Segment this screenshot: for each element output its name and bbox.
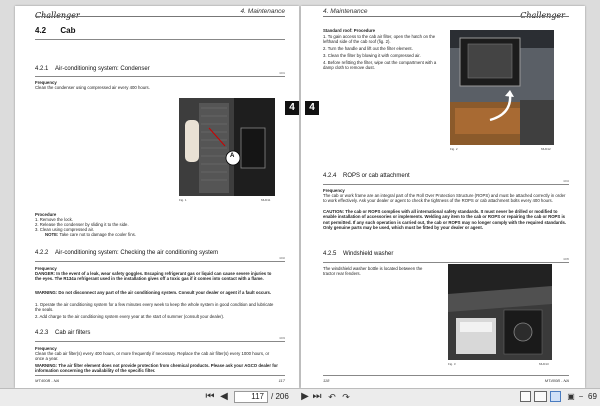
page-footer: MT400B - NA 117 xyxy=(35,375,285,383)
chapter-tab: 4 xyxy=(305,101,319,115)
page-count: / 206 xyxy=(271,392,289,401)
section-code: 1001 xyxy=(279,72,285,75)
frequency-text: Clean the condenser using compressed air… xyxy=(35,85,150,90)
warning-label: WARNING: xyxy=(35,290,58,295)
danger-note: DANGER: In the event of a leak, wear saf… xyxy=(35,271,279,282)
caution-label: CAUTION: xyxy=(323,209,345,214)
cab-roof-photo xyxy=(450,30,554,145)
procedure-label: Standard roof: Procedure xyxy=(323,28,376,33)
continuous-view-icon[interactable] xyxy=(550,391,561,402)
procedure-step: 2. Turn the handle and lift out the filt… xyxy=(323,46,413,51)
divider xyxy=(35,341,285,342)
next-page-icon[interactable]: ▶ xyxy=(300,391,310,403)
previous-page-icon[interactable]: ◀ xyxy=(219,391,229,403)
last-page-icon[interactable]: ⏭ xyxy=(312,391,322,403)
document-viewport[interactable]: Challenger 4. Maintenance 4.2 Cab 4.2.1 A… xyxy=(0,0,600,388)
note-label: NOTE: xyxy=(45,232,59,237)
warning-label: WARNING: xyxy=(35,363,58,368)
procedure-step: 4. Before refitting the filter, wipe out… xyxy=(323,60,437,71)
heading-number: 4.2 xyxy=(35,26,47,35)
two-page-view-icon[interactable] xyxy=(534,391,547,402)
forward-icon[interactable]: ↷ xyxy=(340,391,352,403)
heading-4-2-5: 4.2.5 Windshield washer xyxy=(323,251,393,257)
warning-note: WARNING: The air filter element does not… xyxy=(35,363,279,374)
heading-4-2-2: 4.2.2 Air-conditioning system: Checking t… xyxy=(35,250,218,256)
page-footer: 118 MT400B - NA xyxy=(323,375,569,383)
heading-4-2-1: 4.2.1 Air-conditioning system: Condenser xyxy=(35,66,150,72)
divider xyxy=(35,39,285,40)
heading-title: Air-conditioning system: Condenser xyxy=(55,66,150,72)
cab-roof-filter-figure xyxy=(450,30,554,145)
note: NOTE: Take care not to damage the cooler… xyxy=(45,232,136,237)
figure-caption: Fig. 2 xyxy=(450,147,458,151)
section-title: 4. Maintenance xyxy=(323,8,368,15)
washer-photo xyxy=(448,264,552,360)
caution-note: CAUTION: The cab or ROPS complies with a… xyxy=(323,209,567,230)
zoom-out-icon[interactable]: − xyxy=(576,391,586,403)
footer-doc-code: MT400B - NA xyxy=(544,378,569,383)
page-number-input[interactable]: 117 xyxy=(234,391,268,403)
footer-doc-code: MT400B - NA xyxy=(35,378,60,383)
section-code: 1003 xyxy=(279,337,285,340)
figure-callout-a: A xyxy=(230,153,235,159)
heading-title: Air-conditioning system: Checking the ai… xyxy=(55,250,219,256)
figure-code: MU013 xyxy=(539,362,549,366)
heading-number: 4.2.1 xyxy=(35,66,49,72)
heading-title: Cab xyxy=(60,26,76,35)
frequency-text: Clean the cab air filter(s) every 400 ho… xyxy=(35,351,270,362)
right-page: 4. Maintenance Challenger 4 Standard roo… xyxy=(301,6,585,388)
danger-text: In the event of a leak, wear safety gogg… xyxy=(35,271,272,282)
figure-code: MU012 xyxy=(541,147,551,151)
single-page-view-icon[interactable] xyxy=(520,391,531,402)
left-page: Challenger 4. Maintenance 4.2 Cab 4.2.1 A… xyxy=(15,6,299,388)
page-header: Challenger 4. Maintenance xyxy=(15,6,299,22)
heading-title: Cab air filters xyxy=(55,330,91,336)
check-step: 1. Operate the air conditioning system f… xyxy=(35,302,274,313)
heading-title: Windshield washer xyxy=(343,251,394,257)
divider xyxy=(323,184,569,185)
page-header: 4. Maintenance Challenger xyxy=(301,6,585,22)
heading-4-2-3: 4.2.3 Cab air filters xyxy=(35,330,90,336)
heading-number: 4.2.3 xyxy=(35,330,49,336)
figure-code: MU011 xyxy=(261,198,271,202)
warning-text: Do not disconnect any part of the air co… xyxy=(58,290,272,295)
heading-title: ROPS or cab attachment xyxy=(343,173,410,179)
zoom-level[interactable]: 69 xyxy=(588,391,597,403)
note-text: Take care not to damage the cooler fins. xyxy=(59,232,136,237)
heading-number: 4.2.4 xyxy=(323,173,337,179)
rops-text: The cab or work frame are an integral pa… xyxy=(323,193,566,204)
danger-label: DANGER: xyxy=(35,271,56,276)
divider xyxy=(35,76,285,77)
divider xyxy=(35,261,285,262)
divider xyxy=(323,262,569,263)
fit-page-icon[interactable]: ▣ xyxy=(566,391,576,403)
figure-caption: Fig. 3 xyxy=(448,362,456,366)
footer-page-number: 117 xyxy=(278,378,285,383)
header-rule xyxy=(35,16,285,17)
condenser-figure: A xyxy=(179,98,275,196)
first-page-icon[interactable]: ⏮ xyxy=(205,391,215,403)
section-code: 1004 xyxy=(563,180,569,183)
chapter-tab: 4 xyxy=(285,101,299,115)
heading-4-2-4: 4.2.4 ROPS or cab attachment xyxy=(323,173,410,179)
section-title: 4. Maintenance xyxy=(240,8,285,15)
procedure-step: 3. Clean the filter by blowing it with c… xyxy=(323,53,421,58)
section-code: 1002 xyxy=(279,257,285,260)
heading-4-2: 4.2 Cab xyxy=(35,26,75,35)
warning-note: WARNING: Do not disconnect any part of t… xyxy=(35,290,279,295)
heading-number: 4.2.5 xyxy=(323,251,337,257)
washer-bottle-figure xyxy=(448,264,552,360)
section-code: 1005 xyxy=(563,258,569,261)
heading-number: 4.2.2 xyxy=(35,250,49,256)
procedure-step: 1. To gain access to the cab air filter,… xyxy=(323,34,436,45)
check-step: 2. Add charge to the air conditioning sy… xyxy=(35,314,225,319)
condenser-photo xyxy=(179,98,275,196)
footer-page-number: 118 xyxy=(323,378,330,383)
back-icon[interactable]: ↶ xyxy=(326,391,338,403)
caution-text: The cab or ROPS complies with all intern… xyxy=(323,209,567,230)
washer-text: The windshield washer bottle is located … xyxy=(323,266,423,277)
warning-text: The air filter element does not provide … xyxy=(35,363,278,374)
header-rule xyxy=(323,16,569,17)
figure-caption: Fig. 1 xyxy=(179,198,187,202)
